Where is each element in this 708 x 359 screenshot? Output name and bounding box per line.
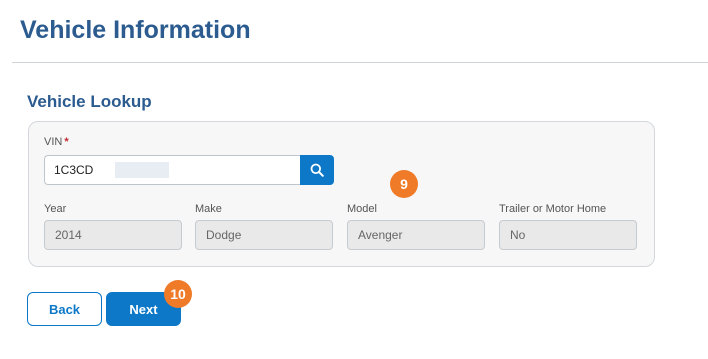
step-badge-10: 10 [164,280,192,308]
model-field: Avenger [347,220,485,250]
header-divider [12,62,708,63]
step-badge-9: 9 [390,170,418,198]
vin-search-button[interactable] [300,155,334,185]
make-label: Make [195,203,222,215]
vin-label: VIN * [44,136,69,148]
section-title-vehicle-lookup: Vehicle Lookup [27,92,152,111]
vin-input[interactable]: 1C3CD [44,155,301,185]
vin-label-text: VIN [44,136,63,148]
page-title: Vehicle Information [20,16,251,44]
model-label: Model [347,203,377,215]
year-label: Year [44,203,67,215]
vin-redacted-portion [115,162,169,178]
make-field: Dodge [195,220,333,250]
trailer-label: Trailer or Motor Home [499,203,607,215]
year-field: 2014 [44,220,182,250]
required-marker: * [64,136,69,148]
search-icon [310,163,324,177]
back-button[interactable]: Back [27,292,102,326]
trailer-field: No [499,220,637,250]
